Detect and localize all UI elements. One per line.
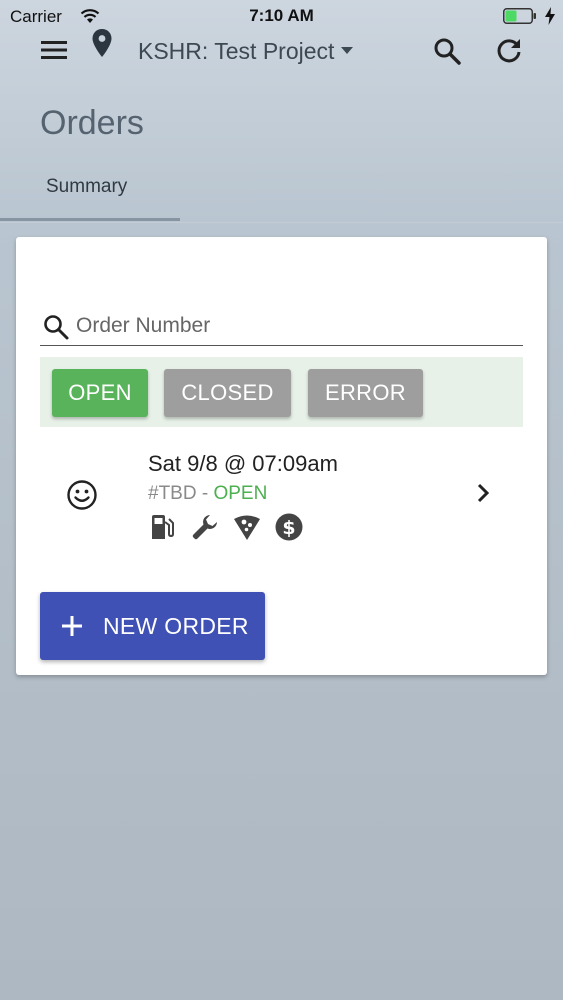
status-filter-bar: OPEN CLOSED ERROR xyxy=(40,357,523,427)
tab-bar: Summary xyxy=(0,160,563,223)
caret-down-icon xyxy=(341,47,354,54)
refresh-icon[interactable] xyxy=(494,36,524,66)
new-order-label: NEW ORDER xyxy=(103,613,249,639)
order-number: #TBD xyxy=(148,483,197,504)
order-separator: - xyxy=(196,483,214,504)
search-icon[interactable] xyxy=(432,36,462,66)
orders-card: OPEN CLOSED ERROR Sat 9/8 @ 07:09am #TBD… xyxy=(16,237,547,675)
order-status-line: #TBD - OPEN xyxy=(148,483,267,505)
tab-summary[interactable]: Summary xyxy=(0,160,180,221)
svg-text:$: $ xyxy=(282,517,295,539)
dollar-icon: $ xyxy=(275,513,303,541)
smiley-icon xyxy=(67,480,97,510)
order-status: OPEN xyxy=(213,483,268,504)
project-selector[interactable]: KSHR: Test Project xyxy=(138,36,354,66)
project-label: KSHR: Test Project xyxy=(138,37,335,64)
menu-icon[interactable] xyxy=(38,38,70,62)
search-icon xyxy=(44,315,69,340)
filter-open-button[interactable]: OPEN xyxy=(52,369,148,417)
new-order-button[interactable]: NEW ORDER xyxy=(40,592,265,660)
order-service-icons: $ xyxy=(148,512,316,544)
order-date: Sat 9/8 @ 07:09am xyxy=(148,451,338,476)
filter-closed-button[interactable]: CLOSED xyxy=(164,369,291,417)
page-title: Orders xyxy=(40,104,144,142)
app-toolbar: KSHR: Test Project xyxy=(0,28,563,74)
filter-error-button[interactable]: ERROR xyxy=(308,369,423,417)
battery-icon xyxy=(503,8,536,24)
tab-active-indicator xyxy=(0,218,180,221)
location-pin-icon xyxy=(92,29,112,57)
order-number-input[interactable] xyxy=(76,311,516,341)
pizza-icon xyxy=(234,515,260,540)
charging-icon xyxy=(545,7,555,25)
wrench-icon xyxy=(192,515,217,540)
chevron-right-icon[interactable] xyxy=(474,482,492,504)
order-search-field xyxy=(40,307,523,346)
fuel-pump-icon xyxy=(152,515,174,539)
status-time: 7:10 AM xyxy=(249,6,314,25)
plus-icon xyxy=(62,616,82,636)
order-list-item[interactable]: Sat 9/8 @ 07:09am #TBD - OPEN $ xyxy=(40,437,523,557)
tab-summary-label: Summary xyxy=(46,176,128,197)
